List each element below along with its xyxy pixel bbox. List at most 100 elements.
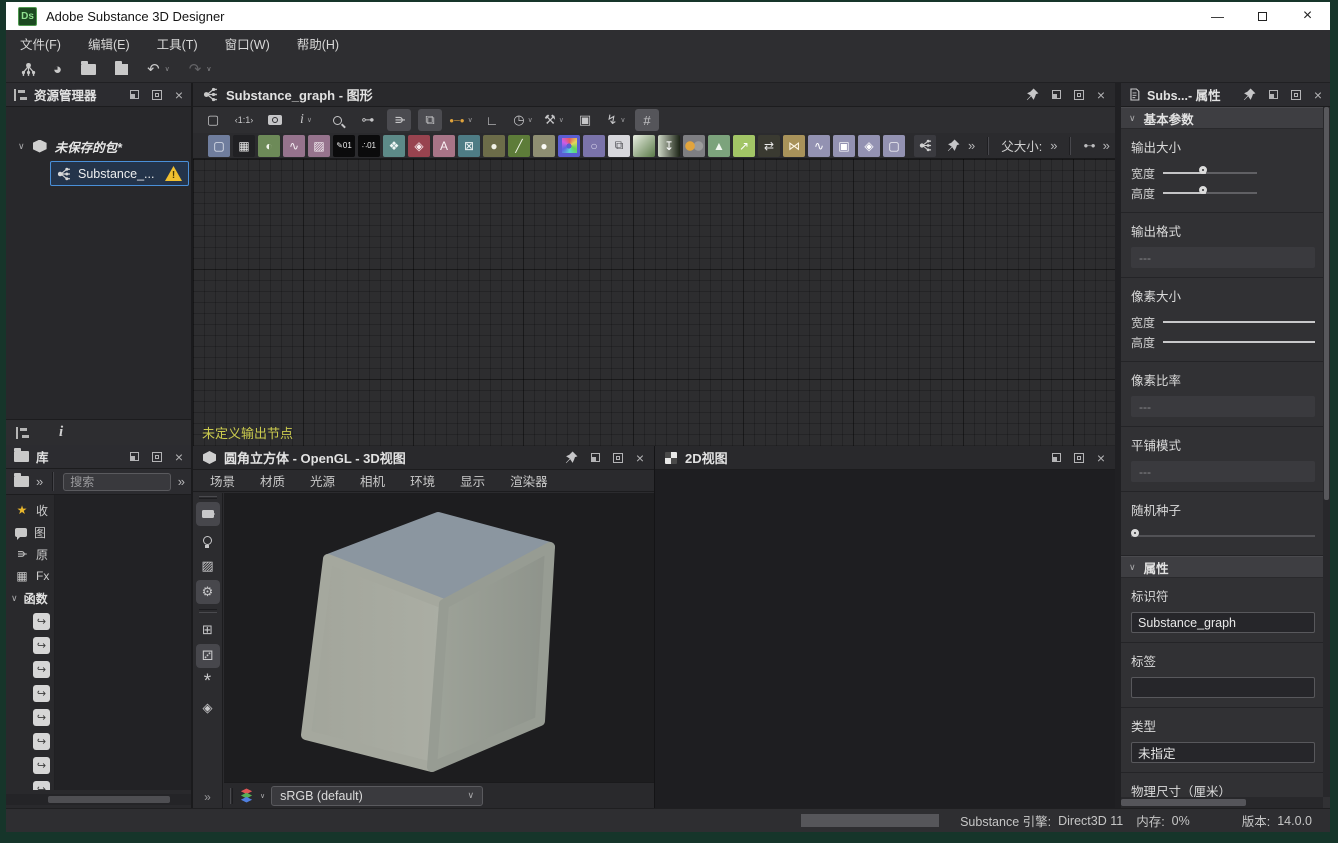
view3d-menu-item[interactable]: 场景 <box>210 471 235 490</box>
view2d-float-icon[interactable] <box>1051 453 1061 462</box>
node-shape[interactable]: ◐ <box>258 134 280 157</box>
node-bitmap-01[interactable]: ✎01 <box>333 134 355 157</box>
scrollbar-handle[interactable] <box>1324 107 1329 501</box>
graph-pin-icon[interactable] <box>1026 88 1039 101</box>
pixel-ratio-field[interactable]: --- <box>1131 396 1315 417</box>
properties-pin-icon[interactable] <box>1243 88 1256 101</box>
node-fx-square[interactable]: ▣ <box>833 134 855 157</box>
node-histogram[interactable]: ▲ <box>708 134 730 157</box>
link-views[interactable]: ⊶ <box>356 109 380 131</box>
screenshot[interactable] <box>263 109 287 131</box>
tiling-mode-field[interactable]: --- <box>1131 461 1315 482</box>
save-all-button[interactable] <box>115 60 129 75</box>
section-basic-parameters[interactable]: ∨ 基本参数 <box>1121 107 1323 129</box>
fit-view[interactable]: ▢ <box>201 109 225 131</box>
library-close-icon[interactable]: × <box>175 450 183 464</box>
zoom-tool[interactable] <box>325 109 349 131</box>
view2d-close-icon[interactable]: × <box>1097 451 1105 465</box>
node-transform[interactable]: ⊠ <box>458 134 480 157</box>
new-package-button[interactable]: ◕ <box>53 61 62 78</box>
properties-horizontal-scrollbar[interactable] <box>1121 797 1323 808</box>
function-item[interactable]: ↪ <box>6 633 54 657</box>
node-fx-gradient[interactable]: ◈ <box>858 134 880 157</box>
section-attributes[interactable]: ∨ 属性 <box>1121 556 1323 578</box>
link-more-icon[interactable]: » <box>1103 138 1110 153</box>
close-button[interactable]: × <box>1285 2 1330 30</box>
library-favorites[interactable]: ★ 收 <box>6 499 54 521</box>
view3d-menu-item[interactable]: 材质 <box>260 471 285 490</box>
view2d-title[interactable]: 2D视图 <box>685 448 728 467</box>
label-input[interactable] <box>1131 677 1315 698</box>
library-maximize-icon[interactable] <box>151 451 162 462</box>
geometry-cube[interactable]: ⚂ <box>195 644 220 668</box>
view3d-title[interactable]: 圆角立方体 - OpenGL - 3D视图 <box>224 448 406 467</box>
type-input[interactable]: 未指定 <box>1131 742 1315 763</box>
rail-separator[interactable] <box>198 609 217 613</box>
instance-stack[interactable]: ⧉ <box>418 109 442 131</box>
search-more-icon[interactable]: » <box>178 474 185 489</box>
menu-item[interactable]: 帮助(H) <box>297 34 339 53</box>
node-blur[interactable]: ● <box>483 134 505 157</box>
node-gradient-map[interactable] <box>633 134 655 157</box>
color-layers-icon[interactable] <box>239 788 254 803</box>
function-item[interactable]: ↪ <box>6 729 54 753</box>
graph-close-icon[interactable]: × <box>1097 88 1105 102</box>
parent-size-more-icon[interactable]: » <box>1050 138 1057 153</box>
scrollbar-handle[interactable] <box>1121 799 1247 806</box>
rail-more-icon[interactable]: » <box>204 790 211 804</box>
node-gradient-axial[interactable]: ↧ <box>658 134 680 157</box>
node-uniform-color[interactable]: ○ <box>583 134 605 157</box>
view3d-float-icon[interactable] <box>590 453 600 462</box>
view3d-close-icon[interactable]: × <box>636 451 644 465</box>
function-item[interactable]: ↪ <box>6 681 54 705</box>
node-graph-link-button[interactable] <box>914 134 936 157</box>
node-blend[interactable]: ⧉ <box>608 134 630 157</box>
view3d-menu-item[interactable]: 渲染器 <box>510 471 548 490</box>
view3d-pin-icon[interactable] <box>565 451 578 464</box>
identifier-input[interactable]: Substance_graph <box>1131 612 1315 633</box>
menu-item[interactable]: 窗口(W) <box>225 34 270 53</box>
display-settings[interactable]: ⚙ <box>195 580 220 604</box>
node-flood-fill[interactable]: ◈ <box>408 134 430 157</box>
menu-item[interactable]: 文件(F) <box>20 34 61 53</box>
clean-graph[interactable]: ↯ ∨ <box>604 109 628 131</box>
output-height-slider[interactable]: 高度 <box>1121 183 1323 203</box>
zoom-1-1[interactable]: ‹1:1› <box>232 109 256 131</box>
function-item[interactable]: ↪ <box>6 657 54 681</box>
info-mode[interactable]: i ∨ <box>294 109 318 131</box>
explorer-close-icon[interactable]: × <box>175 88 183 102</box>
properties-float-icon[interactable] <box>1268 90 1278 99</box>
node-mirror[interactable]: ⋈ <box>783 134 805 157</box>
view3d-menu-item[interactable]: 环境 <box>410 471 435 490</box>
graph-view-mode[interactable]: ⋔ <box>387 109 411 131</box>
nodes-more-icon[interactable]: » <box>968 138 975 153</box>
node-shuffle[interactable]: ⇄ <box>758 134 780 157</box>
minimize-button[interactable]: — <box>1195 2 1240 30</box>
properties-close-icon[interactable]: × <box>1314 88 1322 102</box>
redo-button[interactable]: ↷ ∨ <box>189 60 212 78</box>
open-button[interactable] <box>81 60 97 75</box>
library-horizontal-scrollbar[interactable] <box>6 794 191 805</box>
function-item[interactable]: ↪ <box>6 753 54 777</box>
function-item[interactable]: ↪ <box>6 777 54 790</box>
pixel-height-slider[interactable]: 高度 <box>1121 332 1323 352</box>
library-images[interactable]: 图 <box>6 521 54 543</box>
library-more-icon[interactable]: » <box>36 474 43 489</box>
library-functions-row[interactable]: ∨ 函数 <box>6 587 54 609</box>
node-text[interactable]: A <box>433 134 455 157</box>
output-width-slider[interactable]: 宽度 <box>1121 163 1323 183</box>
graph-tree-item-selected[interactable]: Substance_... ! <box>50 161 189 186</box>
link-nodes-icon[interactable]: ●–● <box>1083 141 1095 150</box>
node-levels[interactable]: ╱ <box>508 134 530 157</box>
view3d-menu-item[interactable]: 光源 <box>310 471 335 490</box>
info-view-icon[interactable]: i <box>59 424 63 441</box>
tree-view-icon[interactable] <box>16 426 29 439</box>
node-select[interactable]: ▢ <box>208 134 230 157</box>
view3d-menu-item[interactable]: 显示 <box>460 471 485 490</box>
output-format-field[interactable]: --- <box>1131 247 1315 268</box>
properties-vertical-scrollbar[interactable] <box>1323 107 1330 797</box>
view2d-viewport[interactable] <box>655 470 1115 808</box>
node-crackle[interactable]: ❖ <box>383 134 405 157</box>
add-folder-icon[interactable] <box>14 473 29 487</box>
graph-float-icon[interactable] <box>1051 90 1061 99</box>
